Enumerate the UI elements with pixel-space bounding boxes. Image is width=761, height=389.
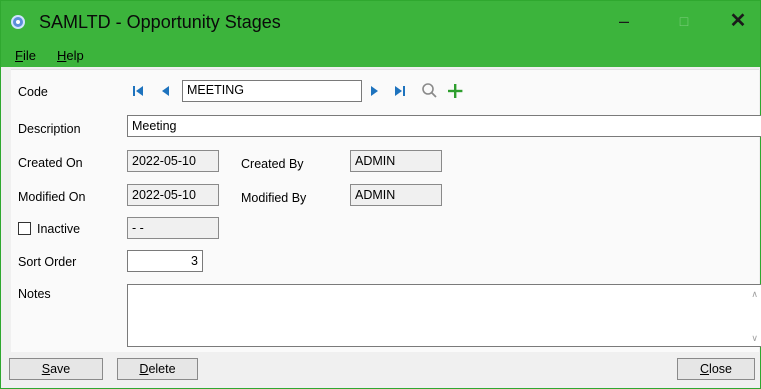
- app-icon: [11, 15, 25, 29]
- scroll-up-icon[interactable]: ∧: [751, 289, 758, 300]
- menu-help-label: elp: [66, 48, 84, 63]
- save-button[interactable]: Save: [9, 358, 103, 380]
- modified-by-field: ADMIN: [350, 184, 442, 206]
- description-input[interactable]: Meeting: [127, 115, 761, 137]
- next-record-icon: [371, 86, 378, 96]
- modified-by-label: Modified By: [241, 191, 307, 205]
- delete-button[interactable]: Delete: [117, 358, 198, 380]
- menu-help-mnemonic: H: [57, 48, 67, 63]
- close-button[interactable]: Close: [677, 358, 755, 380]
- modified-on-label: Modified On: [18, 190, 86, 204]
- created-on-label: Created On: [18, 156, 83, 170]
- sort-order-label: Sort Order: [18, 255, 77, 269]
- created-by-field: ADMIN: [350, 150, 442, 172]
- close-mnemonic: C: [700, 362, 710, 376]
- minimize-button[interactable]: –: [601, 1, 647, 45]
- inactive-checkbox[interactable]: [18, 222, 31, 235]
- next-record-button[interactable]: [367, 81, 381, 101]
- last-record-button[interactable]: [392, 81, 408, 101]
- description-label: Description: [18, 122, 81, 136]
- save-label: ave: [50, 362, 71, 376]
- search-button[interactable]: [420, 81, 438, 101]
- maximize-button[interactable]: □: [661, 1, 707, 45]
- code-label: Code: [18, 85, 48, 99]
- previous-record-icon: [162, 86, 169, 96]
- add-button[interactable]: [446, 81, 464, 101]
- plus-icon: [448, 84, 463, 98]
- previous-record-button[interactable]: [159, 81, 173, 101]
- scroll-down-icon[interactable]: ∨: [751, 333, 758, 344]
- opportunity-stages-window: SAMLTD - Opportunity Stages – □ ✕ File H…: [0, 0, 761, 389]
- delete-label: elete: [148, 362, 176, 376]
- save-mnemonic: S: [41, 362, 51, 376]
- menu-file-label: ile: [22, 48, 36, 63]
- menu-file-mnemonic: F: [15, 48, 23, 63]
- created-by-label: Created By: [241, 157, 304, 171]
- search-icon: [422, 83, 437, 98]
- modified-on-field: 2022-05-10: [127, 184, 219, 206]
- inactive-date-field: - -: [127, 217, 219, 239]
- code-input[interactable]: MEETING: [182, 80, 362, 102]
- last-record-icon: [395, 86, 405, 96]
- menu-file[interactable]: File: [15, 48, 36, 63]
- menu-help[interactable]: Help: [57, 48, 84, 63]
- notes-label: Notes: [18, 287, 51, 301]
- first-record-button[interactable]: [131, 81, 147, 101]
- menu-bar: File Help: [1, 45, 760, 67]
- button-bar: [1, 352, 760, 388]
- close-window-button[interactable]: ✕: [715, 1, 761, 45]
- created-on-field: 2022-05-10: [127, 150, 219, 172]
- title-bar[interactable]: SAMLTD - Opportunity Stages – □ ✕: [1, 1, 760, 45]
- first-record-icon: [133, 86, 143, 96]
- inactive-label: Inactive: [37, 222, 81, 236]
- sort-order-input[interactable]: 3: [127, 250, 203, 272]
- notes-textarea[interactable]: ∧ ∨: [127, 284, 761, 347]
- window-title: SAMLTD - Opportunity Stages: [39, 12, 281, 32]
- close-label: lose: [709, 362, 732, 376]
